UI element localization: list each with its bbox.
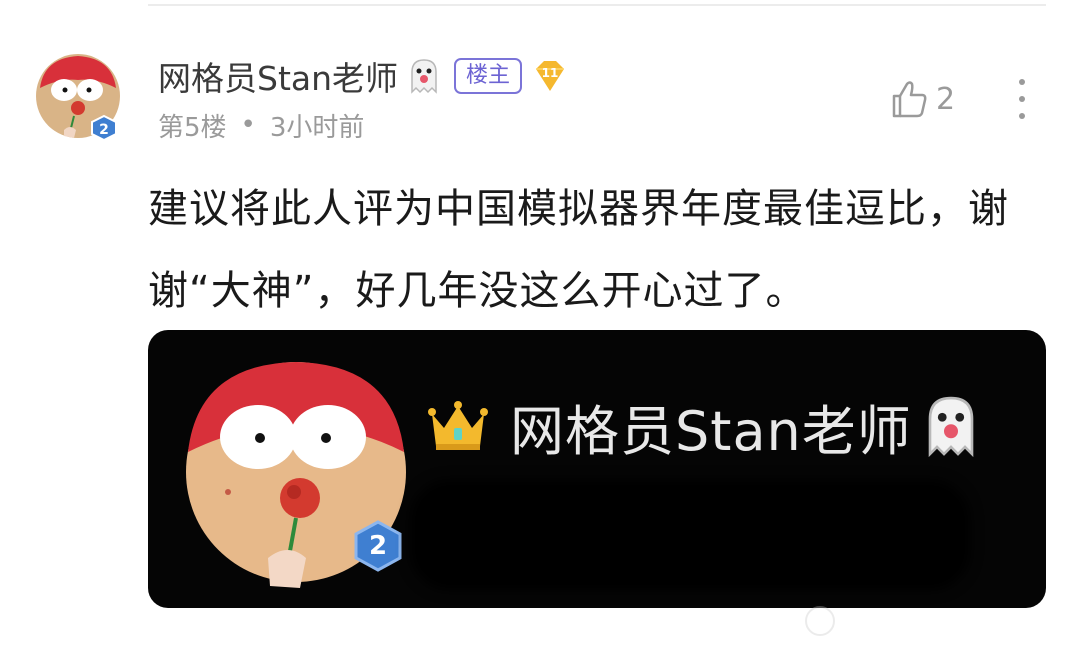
card-avatar-image: 2: [186, 362, 406, 588]
ghost-icon: [411, 59, 437, 94]
comment-text: 建议将此人评为中国模拟器界年度最佳逗比，谢 谢“大神”，好几年没这么开心过了。: [148, 168, 1043, 332]
floor-number: 第5楼: [158, 112, 227, 143]
attached-image[interactable]: 2 网格员Stan老师: [148, 330, 1046, 608]
card-username: 网格员Stan老师: [510, 399, 912, 463]
op-badge: 楼主: [454, 58, 523, 94]
username[interactable]: 网格员Stan老师: [158, 52, 398, 100]
like-count: 2: [936, 81, 956, 117]
user-level-text: 11: [542, 66, 559, 80]
comment-line-2: 谢“大神”，好几年没这么开心过了。: [148, 268, 807, 314]
more-vertical-icon[interactable]: [1005, 76, 1039, 122]
card-name-row: 网格员Stan老师: [428, 390, 986, 463]
user-avatar[interactable]: 2: [34, 52, 122, 140]
avatar-level-text: 2: [99, 122, 109, 138]
meta-separator: •: [240, 110, 256, 140]
like-button[interactable]: 2: [888, 74, 955, 124]
ghost-icon: [928, 396, 974, 458]
level-diamond-icon: 11: [536, 61, 565, 91]
username-row: 网格员Stan老师 楼主 11: [158, 52, 570, 100]
redacted-area: [410, 480, 970, 590]
comment-line-1: 建议将此人评为中国模拟器界年度最佳逗比，谢: [148, 186, 1009, 232]
card-avatar-level-text: 2: [369, 531, 387, 561]
post-meta: 第5楼 • 3小时前: [158, 106, 364, 144]
watermark-icon: [805, 606, 835, 636]
post-time: 3小时前: [269, 112, 365, 143]
thumbs-up-icon: [892, 81, 927, 118]
crown-icon: [428, 401, 488, 450]
top-divider: [148, 4, 1046, 6]
